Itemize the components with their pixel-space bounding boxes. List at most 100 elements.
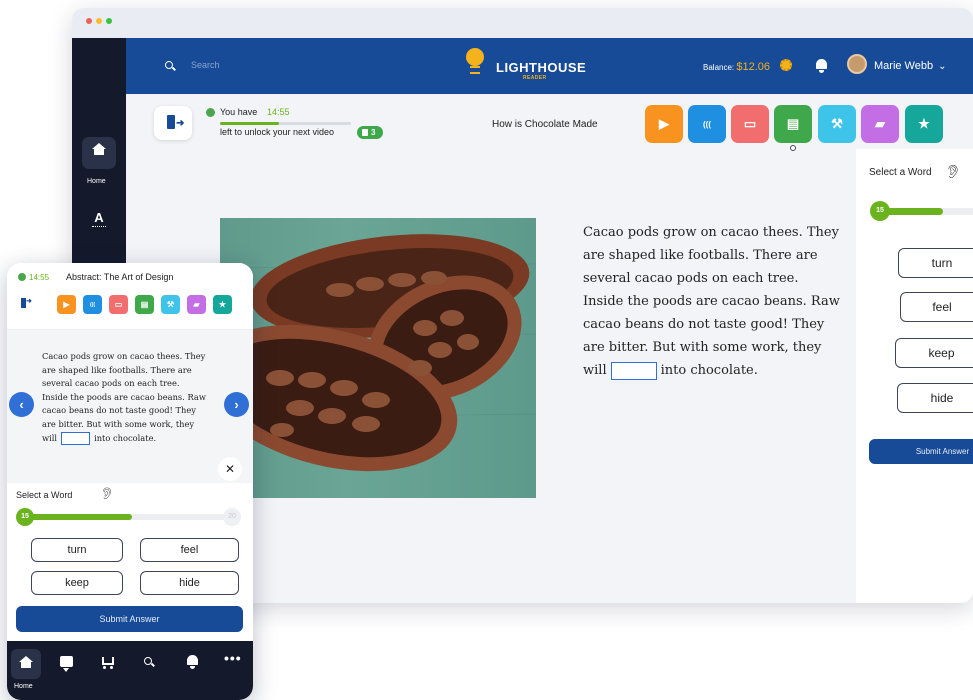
- search-icon[interactable]: [165, 61, 173, 69]
- passage-line: are shaped like footballs. There are: [42, 364, 192, 375]
- star-icon: ★: [918, 116, 930, 131]
- toolbar-comment-button[interactable]: ▭: [731, 105, 769, 143]
- answer-blank[interactable]: [610, 361, 657, 380]
- mobile-toolbar-tools-button[interactable]: ⚒: [161, 295, 180, 314]
- reading-passage: Cacao pods grow on cacao thees. They are …: [583, 221, 840, 382]
- passage-line: Cacao pods grow on cacao thees. They: [42, 351, 206, 361]
- message-icon: [63, 668, 69, 672]
- listen-icon: (((: [703, 119, 711, 129]
- home-icon: [92, 143, 106, 159]
- passage-line: cacao beans do not taste good! They: [42, 405, 196, 416]
- submit-answer-button[interactable]: Submit Answer: [869, 439, 973, 464]
- word-option-hide[interactable]: hide: [897, 383, 973, 413]
- nav-item-home[interactable]: [11, 649, 41, 679]
- passage-line: will into chocolate.: [42, 431, 206, 446]
- close-icon[interactable]: ✕: [218, 457, 242, 481]
- mobile-toolbar-comment-button[interactable]: ▭: [109, 295, 128, 314]
- mobile-title: Abstract: The Art of Design: [66, 272, 174, 282]
- level-progress: [878, 208, 973, 215]
- nav-item-messages[interactable]: [60, 656, 73, 672]
- passage-line: several cacao pods on each tree.: [583, 271, 799, 286]
- sidebar-item-label: Home: [87, 178, 106, 185]
- search-input[interactable]: Search: [191, 60, 220, 70]
- passage-line: Inside the poods are cacao beans. Raw: [42, 391, 206, 402]
- reader-icon: ▤: [140, 300, 149, 309]
- ear-icon[interactable]: 👂︎: [100, 487, 114, 500]
- bell-icon[interactable]: [187, 655, 198, 669]
- mobile-submit-answer-button[interactable]: Submit Answer: [16, 606, 243, 632]
- cart-icon: [102, 657, 114, 665]
- mobile-reading-passage: Cacao pods grow on cacao thees. They are …: [42, 350, 206, 445]
- word-option-feel[interactable]: feel: [900, 292, 973, 322]
- exit-button[interactable]: ➜: [154, 106, 192, 140]
- mobile-level-end-badge: 20: [223, 508, 241, 526]
- reader-icon: ▤: [786, 116, 800, 131]
- mobile-select-title: Select a Word: [16, 490, 73, 500]
- listen-icon: (((: [90, 301, 95, 308]
- mobile-level-progress: [21, 514, 235, 520]
- level-start-badge: 15: [870, 201, 890, 221]
- passage-line: cacao beans do not taste good! They: [583, 317, 825, 332]
- unlock-text: left to unlock your next video: [220, 127, 335, 137]
- coin-icon: [780, 59, 792, 71]
- mobile-level-progress-fill: [21, 514, 133, 520]
- mobile-passage-area: Cacao pods grow on cacao thees. They are …: [7, 330, 253, 483]
- mobile-header: 14:55 Abstract: The Art of Design ➜ ▶ (((…: [7, 263, 253, 330]
- timer-prefix: You have: [220, 107, 258, 117]
- exit-arrow-icon: ➜: [176, 118, 185, 129]
- sidebar-item-home[interactable]: [82, 137, 116, 169]
- lesson-title: How is Chocolate Made: [492, 119, 598, 130]
- mobile-toolbar-reader-button[interactable]: ▤: [135, 295, 154, 314]
- toolbar-star-button[interactable]: ★: [905, 105, 943, 143]
- nav-item-shop[interactable]: [100, 654, 116, 670]
- passage-line: will into chocolate.: [583, 359, 840, 382]
- more-icon[interactable]: •••: [224, 650, 242, 666]
- mobile-toolbar-listen-button[interactable]: (((: [83, 295, 102, 314]
- ear-icon[interactable]: 👂︎: [945, 164, 962, 180]
- brand-title: LIGHTHOUSE: [496, 60, 587, 75]
- balance: Balance: $12.06: [703, 61, 770, 73]
- mobile-word-option-feel[interactable]: feel: [140, 538, 239, 562]
- chevron-down-icon: ⌄: [938, 61, 947, 72]
- mobile-toolbar-tag-button[interactable]: ▰: [187, 295, 206, 314]
- mobile-preview: 14:55 Abstract: The Art of Design ➜ ▶ (((…: [7, 263, 253, 700]
- minimize-window-dot[interactable]: [96, 18, 102, 24]
- word-option-keep[interactable]: keep: [895, 338, 973, 368]
- mobile-toolbar-play-button[interactable]: ▶: [57, 295, 76, 314]
- exit-button[interactable]: ➜: [16, 295, 34, 313]
- sidebar-item-font[interactable]: A: [90, 210, 108, 230]
- home-icon: [19, 656, 33, 672]
- search-icon[interactable]: [144, 657, 152, 665]
- nav-home-label: Home: [14, 683, 33, 690]
- star-icon: ★: [218, 300, 227, 309]
- avatar[interactable]: [847, 54, 867, 74]
- word-panel-title: Select a Word: [869, 167, 932, 178]
- mobile-word-option-turn[interactable]: turn: [31, 538, 123, 562]
- maximize-window-dot[interactable]: [106, 18, 112, 24]
- mobile-word-option-hide[interactable]: hide: [140, 571, 239, 595]
- prev-page-button[interactable]: ‹: [9, 392, 34, 417]
- next-page-button[interactable]: ›: [224, 392, 249, 417]
- user-name: Marie Webb: [874, 60, 934, 72]
- lighthouse-bulb-icon: [466, 48, 484, 66]
- word-option-turn[interactable]: turn: [898, 248, 973, 278]
- exit-arrow-icon: ➜: [26, 298, 32, 305]
- word-panel: Select a Word 👂︎ ✕ 15 20 turn feel keep …: [856, 149, 973, 603]
- toolbar-tools-button[interactable]: ⚒: [818, 105, 856, 143]
- toolbar-tag-button[interactable]: ▰: [861, 105, 899, 143]
- bell-icon[interactable]: [816, 59, 827, 73]
- toolbar-reader-button[interactable]: ▤: [774, 105, 812, 143]
- toolbar-play-button[interactable]: ▶: [645, 105, 683, 143]
- mobile-level-start-badge: 15: [16, 508, 34, 526]
- mobile-word-option-keep[interactable]: keep: [31, 571, 123, 595]
- user-menu[interactable]: Marie Webb ⌄: [874, 60, 947, 72]
- unlock-progress: [220, 122, 351, 125]
- lighthouse-base-icon: [470, 66, 480, 74]
- mobile-toolbar-star-button[interactable]: ★: [213, 295, 232, 314]
- tag-icon: ▰: [193, 300, 200, 309]
- cacao-illustration: [220, 234, 536, 472]
- close-window-dot[interactable]: [86, 18, 92, 24]
- answer-blank[interactable]: [61, 431, 91, 445]
- mobile-timer: 14:55: [29, 273, 50, 282]
- toolbar-listen-button[interactable]: (((: [688, 105, 726, 143]
